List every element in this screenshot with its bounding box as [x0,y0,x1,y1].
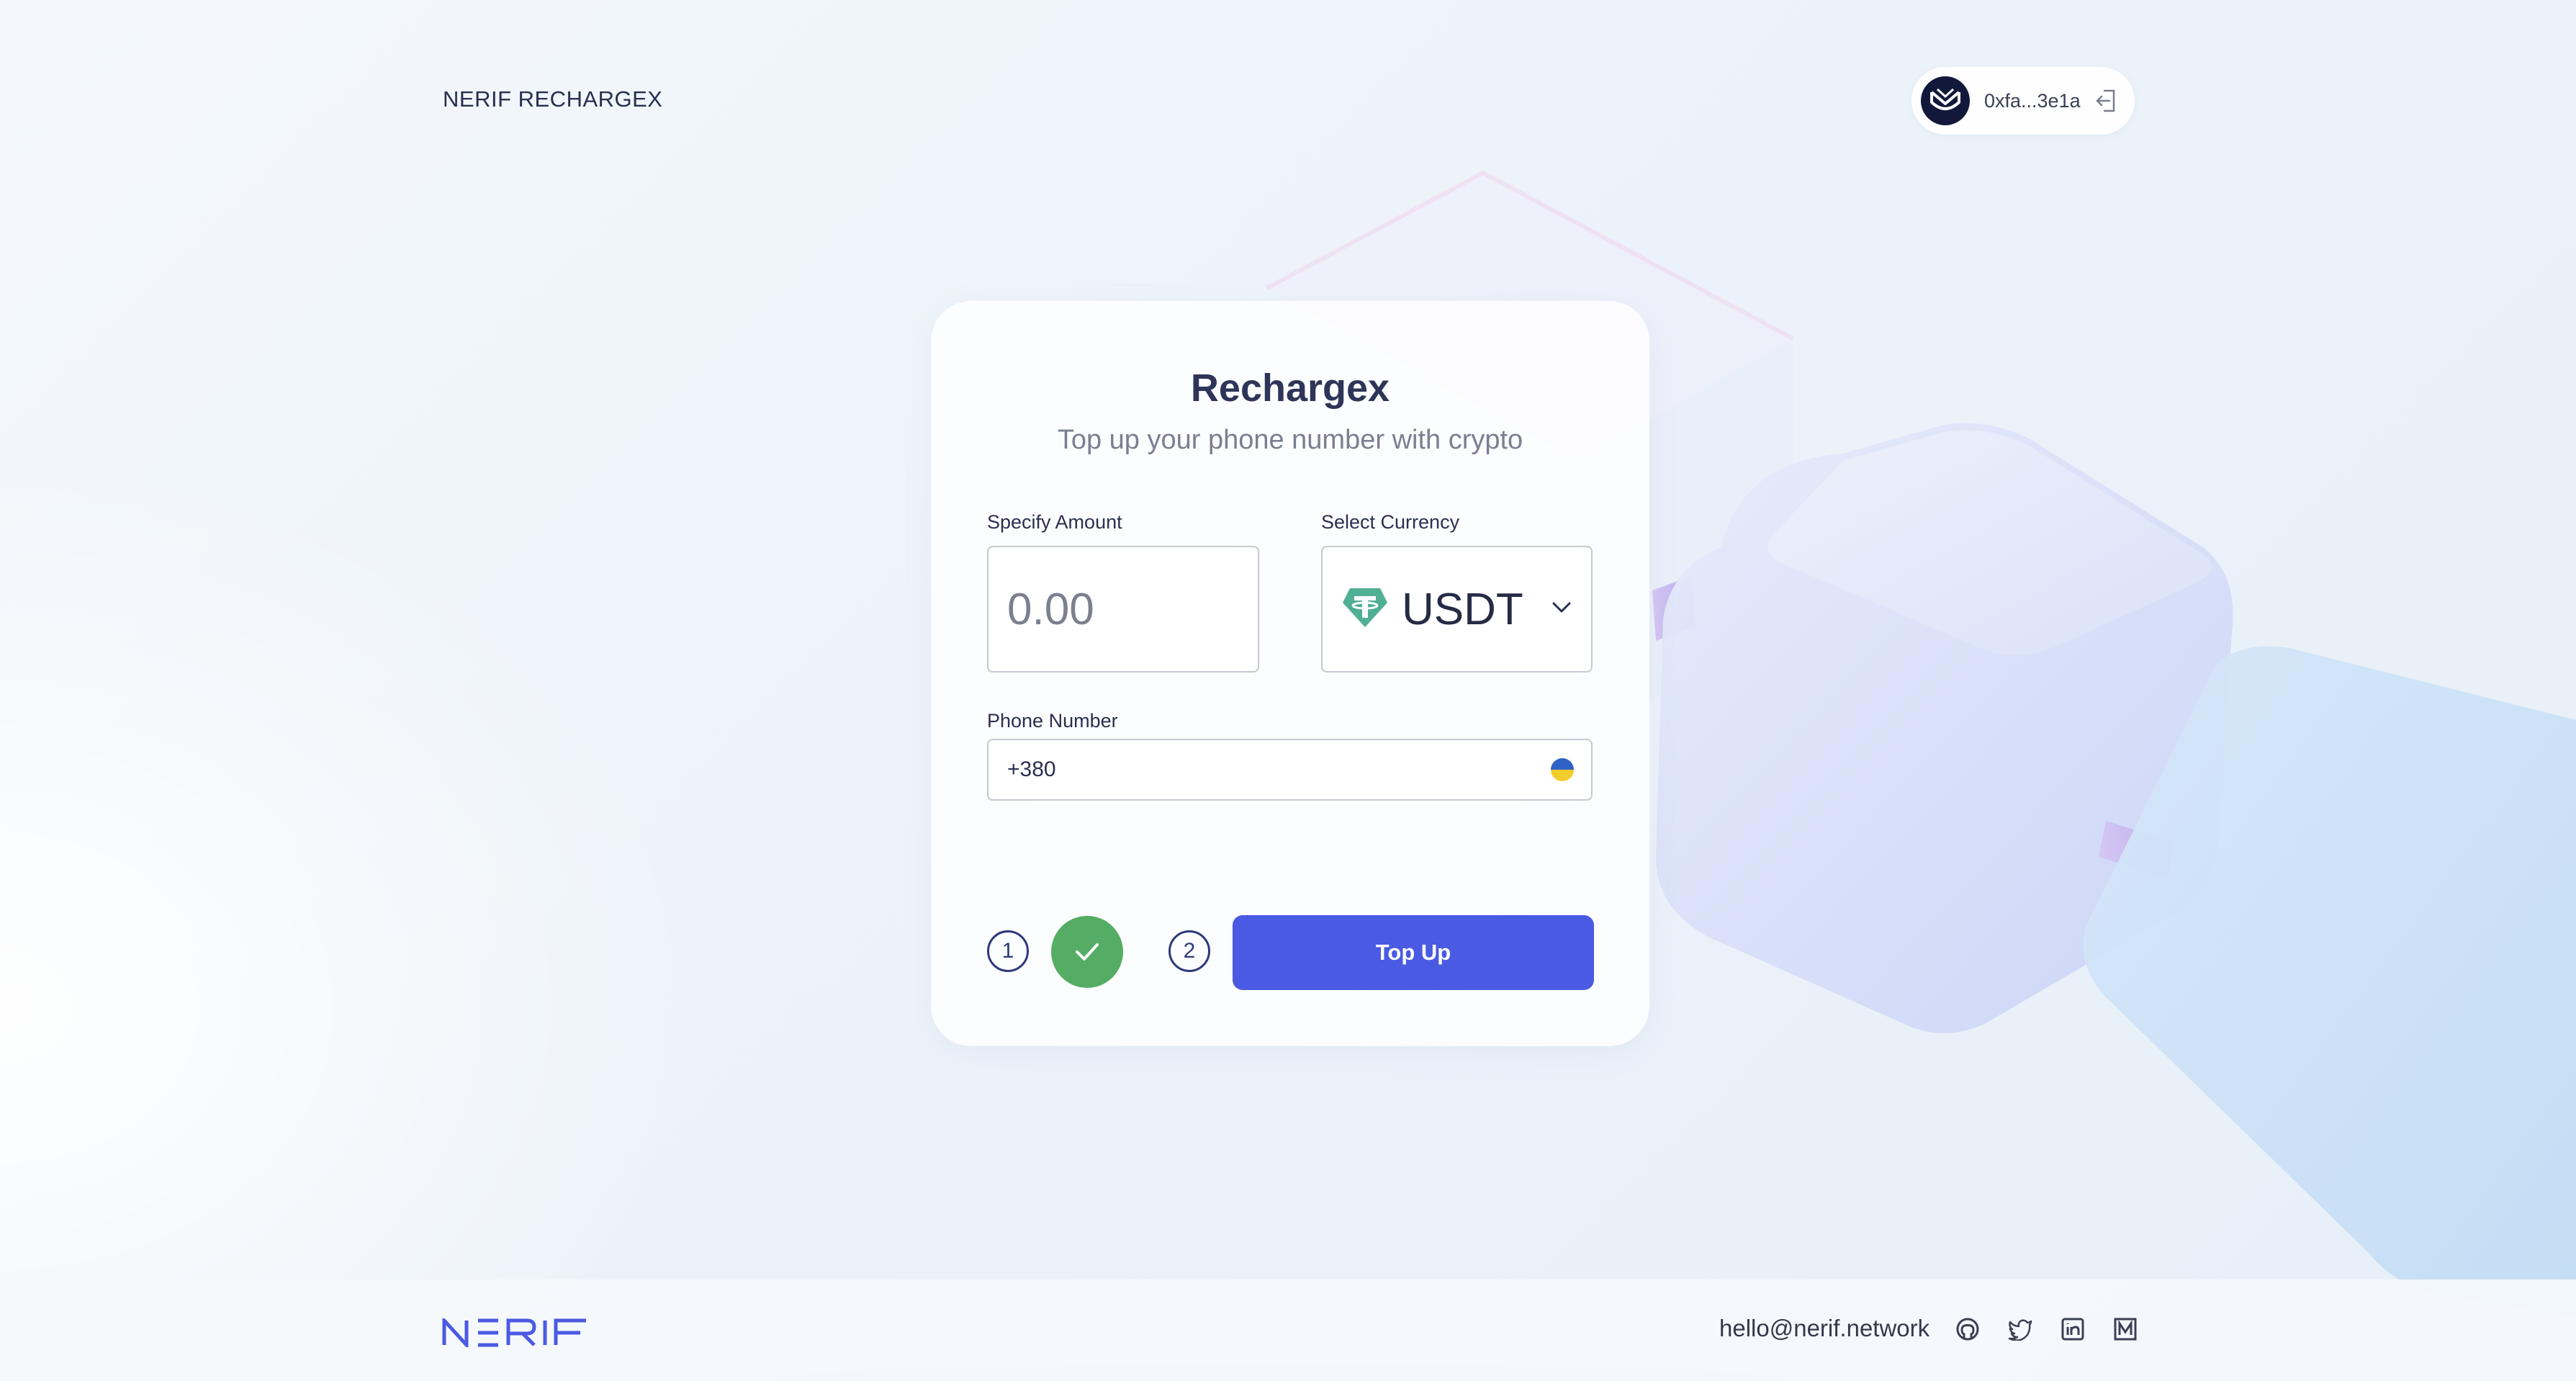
ukraine-flag-icon[interactable] [1551,758,1574,781]
step-1-indicator: 1 [987,930,1029,972]
linkedin-icon[interactable] [2058,1315,2087,1344]
logout-icon[interactable] [2091,86,2120,115]
tether-icon [1341,587,1389,632]
currency-select[interactable]: USDT [1321,546,1593,672]
top-bar: NERIF RECHARGEX 0xfa...3e1a [0,0,2576,173]
recharge-card: Rechargex Top up your phone number with … [931,301,1649,1046]
phone-field [987,739,1593,801]
wallet-address: 0xfa...3e1a [1984,89,2081,112]
brand-title: NERIF RECHARGEX [443,86,663,112]
phone-input[interactable] [1006,757,1551,783]
step-2-indicator: 2 [1168,930,1210,972]
currency-label: Select Currency [1321,511,1460,533]
card-title: Rechargex [1190,366,1390,410]
step-1-complete-icon [1051,916,1123,988]
github-icon[interactable] [1953,1315,1982,1344]
contact-email-link[interactable]: hello@nerif.network [1719,1315,1929,1342]
medium-icon[interactable] [2111,1315,2140,1344]
wallet-button[interactable]: 0xfa...3e1a [1911,67,2135,135]
wallet-provider-icon [1921,76,1970,125]
card-subtitle: Top up your phone number with crypto [1057,425,1523,455]
footer: hello@nerif.network [0,1279,2576,1381]
amount-field [987,546,1259,672]
currency-selected: USDT [1402,584,1523,634]
phone-label: Phone Number [987,710,1118,732]
nerif-logo[interactable] [442,1315,589,1351]
nerif-logo-mark [442,1315,586,1350]
chevron-down-icon [1551,600,1572,618]
top-up-button[interactable]: Top Up [1233,915,1594,990]
amount-label: Specify Amount [987,511,1122,533]
twitter-icon[interactable] [2006,1315,2035,1344]
amount-input[interactable] [988,547,1258,671]
